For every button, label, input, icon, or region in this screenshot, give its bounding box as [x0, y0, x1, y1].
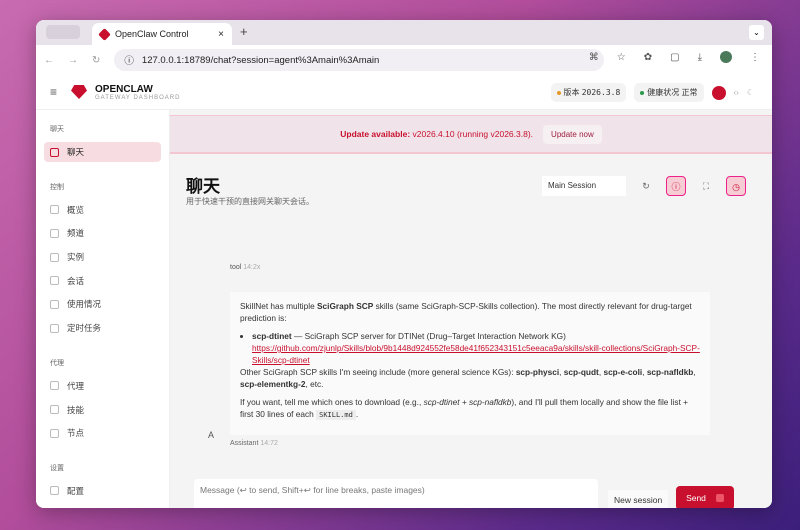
sidebar-item-label: 使用情况	[67, 299, 102, 310]
tab-search-chevron-icon[interactable]: ⌄	[749, 25, 764, 40]
sidebar-item-label: 节点	[67, 428, 85, 439]
bookmark-star-icon[interactable]: ☆	[617, 52, 626, 63]
send-icon	[715, 494, 724, 502]
sidebar-item-icon	[50, 299, 59, 309]
browser-window: OpenClaw Control × + ⌄ ← → ↻ ⓘ 127.0.0.1:187…	[36, 20, 772, 508]
session-select[interactable]: Main Session	[542, 176, 626, 196]
translate-icon[interactable]: ⌘	[589, 52, 599, 63]
page-subtitle: 用于快速干预的直接网关聊天会话。	[186, 197, 314, 206]
version-badge: 版本 2026.3.8	[550, 83, 627, 102]
close-tab-icon[interactable]: ×	[218, 29, 224, 40]
openclaw-logo	[71, 85, 88, 99]
thinking-toggle-icon[interactable]: ⓘ	[666, 176, 686, 196]
sidebar-item-label: 会话	[67, 275, 85, 286]
sidebar-item-icon	[50, 228, 59, 238]
sidebar-item[interactable]: 实例	[44, 247, 161, 267]
sidebar-item-icon	[50, 428, 59, 438]
sidebar-item-icon	[50, 147, 59, 157]
sidebar-item-icon	[50, 323, 59, 333]
code-icon[interactable]: ‹›	[734, 88, 739, 97]
sidebar-item[interactable]: 概览	[44, 200, 161, 220]
openclaw-favicon-icon	[98, 27, 111, 41]
sidebar-item-icon	[50, 381, 59, 391]
sidebar-item-icon	[50, 405, 59, 414]
refresh-icon[interactable]: ↻	[636, 176, 656, 196]
url-field[interactable]: ⓘ 127.0.0.1:18789/chat?session=agent%3Ama…	[114, 49, 604, 71]
site-info-icon[interactable]: ⓘ	[124, 53, 134, 67]
clock-icon[interactable]: ◷	[726, 176, 746, 196]
sidebar-item[interactable]: 节点	[44, 423, 161, 443]
brand-name: OPENCLAW	[95, 83, 153, 95]
main-content: Update available: v2026.4.10 (running v2…	[170, 110, 772, 508]
sidebar-item-icon	[50, 276, 59, 286]
app-header: ≡ OPENCLAW GATEWAY DASHBOARD 版本 2026.3.8 …	[36, 75, 772, 110]
browser-toolbar: ⌘ ☆ ✿ ▢ ⤓ ⋮	[589, 51, 760, 63]
sidebar-item-label: 聊天	[67, 147, 85, 157]
brand-subtitle: GATEWAY DASHBOARD	[95, 94, 181, 101]
sidebar-item-label: 技能	[67, 404, 85, 415]
sidebar-item-label: 概览	[67, 204, 85, 215]
download-icon[interactable]: ⤓	[698, 52, 702, 63]
sidebar-section-title: 设置	[50, 464, 64, 472]
sidebar-section-title: 聊天	[50, 126, 64, 133]
profile-avatar[interactable]	[720, 51, 732, 63]
skill-link[interactable]: https://github.com/zjunlp/Skills/blob/9b…	[252, 343, 700, 365]
sidebar-section-title: 代理	[50, 359, 64, 367]
sidebar-item-label: 代理	[67, 380, 85, 391]
chat-controls: Main Session ↻ ⓘ ⛶ ◷	[542, 176, 746, 196]
message-input[interactable]: Message (↩ to send, Shift+↩ for line bre…	[194, 479, 598, 508]
sidebar-item-icon	[50, 252, 59, 262]
extensions-puzzle-icon[interactable]: ▢	[670, 52, 679, 63]
update-now-button[interactable]: Update now	[543, 124, 602, 144]
focus-icon[interactable]: ⛶	[696, 176, 716, 196]
reload-icon[interactable]: ↻	[92, 55, 100, 66]
url-text: 127.0.0.1:18789/chat?session=agent%3Amai…	[141, 54, 380, 66]
sidebar-item[interactable]: 技能	[44, 400, 161, 420]
theme-icon[interactable]: ☾	[747, 88, 754, 97]
tool-message-meta: tool 14:2x	[230, 264, 261, 271]
extension-icon[interactable]: ✿	[644, 52, 652, 63]
sidebar-item[interactable]: 代理	[44, 376, 161, 396]
assistant-avatar: A	[208, 430, 215, 440]
tab-inactive[interactable]	[46, 25, 80, 39]
monitor-icon[interactable]	[711, 85, 726, 100]
sidebar-item-icon	[50, 486, 59, 496]
sidebar: 聊天 聊天 控制 概览 频道 实例 会话 使用情况 定时任务 代理 代理 技能 节点 设置 配置	[36, 110, 170, 508]
back-icon[interactable]: ←	[44, 55, 54, 66]
send-button[interactable]: Send	[676, 486, 734, 508]
page-title: 聊天	[186, 177, 220, 196]
sidebar-item[interactable]: 配置	[44, 481, 161, 501]
assistant-meta: Assistant 14:72	[230, 440, 278, 447]
new-tab-button[interactable]: +	[240, 24, 248, 39]
sidebar-item[interactable]: 会话	[44, 271, 161, 291]
sidebar-item[interactable]: 聊天	[44, 142, 161, 162]
sidebar-item-label: 定时任务	[67, 323, 102, 334]
forward-icon[interactable]: →	[68, 55, 78, 66]
update-banner: Update available: v2026.4.10 (running v2…	[170, 115, 772, 154]
sidebar-item-label: 实例	[67, 252, 85, 263]
hamburger-menu-icon[interactable]: ≡	[50, 85, 57, 99]
health-badge: 健康状况 正常	[634, 83, 704, 102]
sidebar-item-label: 配置	[67, 485, 85, 496]
menu-kebab-icon[interactable]: ⋮	[750, 52, 760, 63]
assistant-message: SkillNet has multiple SciGraph SCP skill…	[230, 292, 710, 435]
new-session-button[interactable]: New session	[608, 490, 669, 508]
sidebar-item[interactable]: 使用情况	[44, 294, 161, 314]
sidebar-item-label: 频道	[67, 228, 85, 239]
tab-title: OpenClaw Control	[115, 29, 189, 39]
sidebar-item[interactable]: 定时任务	[44, 318, 161, 338]
tab-bar: OpenClaw Control × + ⌄	[36, 20, 772, 45]
sidebar-item-icon	[50, 205, 59, 215]
sidebar-section-title: 控制	[50, 183, 64, 191]
tab-active[interactable]: OpenClaw Control ×	[92, 23, 232, 45]
sidebar-item[interactable]: 频道	[44, 223, 161, 243]
